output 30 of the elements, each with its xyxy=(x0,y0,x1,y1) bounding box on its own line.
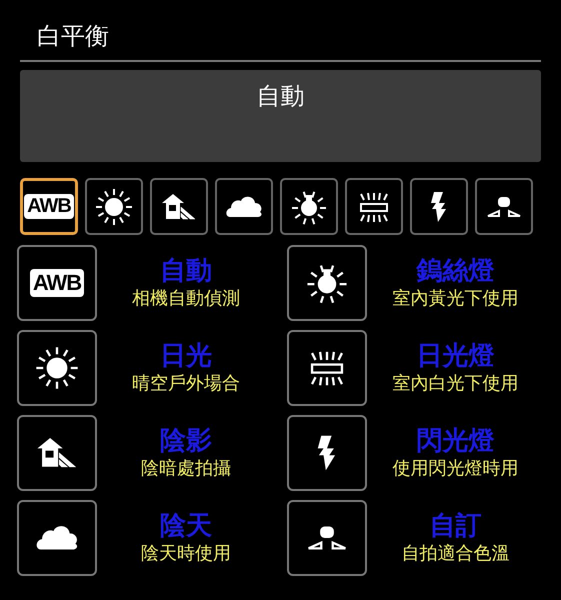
mode-description: 陰天時使用 xyxy=(140,542,231,566)
mode-description: 使用閃光燈時用 xyxy=(392,457,518,481)
mode-name: 閃光燈 xyxy=(416,425,494,457)
mode-name: 鎢絲燈 xyxy=(416,255,494,287)
awb-icon: AWB xyxy=(24,194,74,219)
current-setting-label: 自動 xyxy=(256,81,304,110)
mode-name: 陰影 xyxy=(160,425,212,457)
screen-title: 白平衡 xyxy=(37,21,109,52)
mode-description: 相機自動偵測 xyxy=(132,287,240,311)
mode-button[interactable]: AWB xyxy=(20,178,78,235)
mode-description: 晴空戶外場合 xyxy=(132,372,240,396)
mode-description: 室內黃光下使用 xyxy=(392,287,518,311)
awb-icon: AWB xyxy=(30,269,84,297)
mode-name: 陰天 xyxy=(160,510,212,542)
sun-icon xyxy=(34,345,80,391)
sun-icon xyxy=(94,186,134,226)
mode-description: 陰暗處拍攝 xyxy=(140,457,231,481)
mode-button[interactable] xyxy=(85,178,143,235)
mode-name: 自訂 xyxy=(429,510,482,542)
mode-button[interactable] xyxy=(410,178,468,235)
mode-button[interactable] xyxy=(280,178,338,235)
mode-button[interactable] xyxy=(215,178,273,235)
mode-description: 室內白光下使用 xyxy=(392,372,518,396)
mode-button[interactable] xyxy=(475,178,533,235)
mode-name: 日光燈 xyxy=(416,340,494,372)
mode-name: 自動 xyxy=(160,255,212,287)
mode-button[interactable] xyxy=(150,178,208,235)
mode-description: 自拍適合色溫 xyxy=(401,542,510,566)
mode-name: 日光 xyxy=(160,340,212,372)
mode-button[interactable] xyxy=(345,178,403,235)
